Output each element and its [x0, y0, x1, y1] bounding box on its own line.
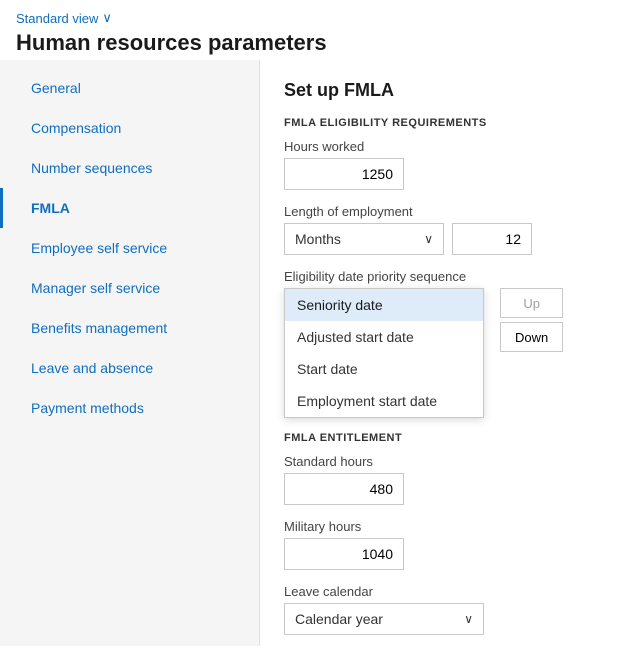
entitlement-section: FMLA ENTITLEMENT Standard hours Military…	[284, 432, 610, 635]
length-dropdown[interactable]: Months ∨	[284, 223, 444, 255]
page-title: Human resources parameters	[16, 30, 618, 56]
military-hours-input[interactable]	[284, 538, 404, 570]
option-employment-start-date-label: Employment start date	[297, 393, 437, 409]
hours-worked-label: Hours worked	[284, 139, 610, 154]
leave-calendar-arrow: ∨	[464, 612, 473, 626]
main-layout: General Compensation Number sequences FM…	[0, 60, 634, 646]
priority-dropdown-list: Seniority date Adjusted start date Start…	[284, 288, 484, 418]
priority-buttons: Up Down	[500, 288, 563, 352]
entitlement-section-label: FMLA ENTITLEMENT	[284, 432, 610, 444]
sidebar-item-employee-self-service[interactable]: Employee self service	[0, 228, 259, 268]
leave-calendar-dropdown[interactable]: Calendar year ∨	[284, 603, 484, 635]
sidebar-item-fmla[interactable]: FMLA	[0, 188, 259, 228]
standard-hours-field: Standard hours	[284, 454, 610, 505]
option-employment-start-date[interactable]: Employment start date	[285, 385, 483, 417]
standard-view-label: Standard view	[16, 11, 98, 26]
length-of-employment-row: Months ∨	[284, 223, 610, 255]
sidebar-item-general[interactable]: General	[0, 68, 259, 108]
priority-sequence-label: Eligibility date priority sequence	[284, 269, 610, 284]
standard-hours-label: Standard hours	[284, 454, 610, 469]
leave-calendar-label: Leave calendar	[284, 584, 610, 599]
sidebar-label-number-sequences: Number sequences	[31, 160, 152, 176]
sidebar-label-manager-self-service: Manager self service	[31, 280, 160, 296]
option-seniority-date[interactable]: Seniority date	[285, 289, 483, 321]
sidebar-label-benefits-management: Benefits management	[31, 320, 167, 336]
hours-worked-input[interactable]	[284, 158, 404, 190]
up-button[interactable]: Up	[500, 288, 563, 318]
sidebar-label-compensation: Compensation	[31, 120, 121, 136]
sidebar-label-fmla: FMLA	[31, 200, 70, 216]
length-dropdown-value: Months	[295, 231, 341, 247]
length-dropdown-arrow: ∨	[424, 232, 433, 246]
hours-worked-field: Hours worked	[284, 139, 610, 190]
sidebar-item-manager-self-service[interactable]: Manager self service	[0, 268, 259, 308]
sidebar-item-leave-and-absence[interactable]: Leave and absence	[0, 348, 259, 388]
length-of-employment-label: Length of employment	[284, 204, 610, 219]
priority-sequence-container: Eligibility date priority sequence Senio…	[284, 269, 610, 418]
length-input[interactable]	[452, 223, 532, 255]
down-button[interactable]: Down	[500, 322, 563, 352]
chevron-down-icon: ∨	[102, 10, 112, 26]
option-adjusted-start-date-label: Adjusted start date	[297, 329, 414, 345]
sidebar-item-benefits-management[interactable]: Benefits management	[0, 308, 259, 348]
standard-view-toggle[interactable]: Standard view ∨	[16, 10, 618, 26]
sidebar-label-leave-and-absence: Leave and absence	[31, 360, 153, 376]
sidebar-item-compensation[interactable]: Compensation	[0, 108, 259, 148]
priority-row: Seniority date Adjusted start date Start…	[284, 288, 610, 418]
option-seniority-date-label: Seniority date	[297, 297, 383, 313]
military-hours-field: Military hours	[284, 519, 610, 570]
leave-calendar-value: Calendar year	[295, 611, 383, 627]
sidebar-label-payment-methods: Payment methods	[31, 400, 144, 416]
sidebar-item-payment-methods[interactable]: Payment methods	[0, 388, 259, 428]
content-area: Set up FMLA FMLA ELIGIBILITY REQUIREMENT…	[260, 60, 634, 646]
leave-calendar-field: Leave calendar Calendar year ∨	[284, 584, 610, 635]
option-start-date-label: Start date	[297, 361, 358, 377]
sidebar: General Compensation Number sequences FM…	[0, 60, 260, 646]
standard-hours-input[interactable]	[284, 473, 404, 505]
top-bar: Standard view ∨ Human resources paramete…	[0, 0, 634, 60]
option-adjusted-start-date[interactable]: Adjusted start date	[285, 321, 483, 353]
sidebar-item-number-sequences[interactable]: Number sequences	[0, 148, 259, 188]
military-hours-label: Military hours	[284, 519, 610, 534]
content-section-title: Set up FMLA	[284, 80, 610, 101]
option-start-date[interactable]: Start date	[285, 353, 483, 385]
sidebar-label-employee-self-service: Employee self service	[31, 240, 167, 256]
length-of-employment-field: Length of employment Months ∨	[284, 204, 610, 255]
sidebar-label-general: General	[31, 80, 81, 96]
eligibility-section-label: FMLA ELIGIBILITY REQUIREMENTS	[284, 117, 610, 129]
